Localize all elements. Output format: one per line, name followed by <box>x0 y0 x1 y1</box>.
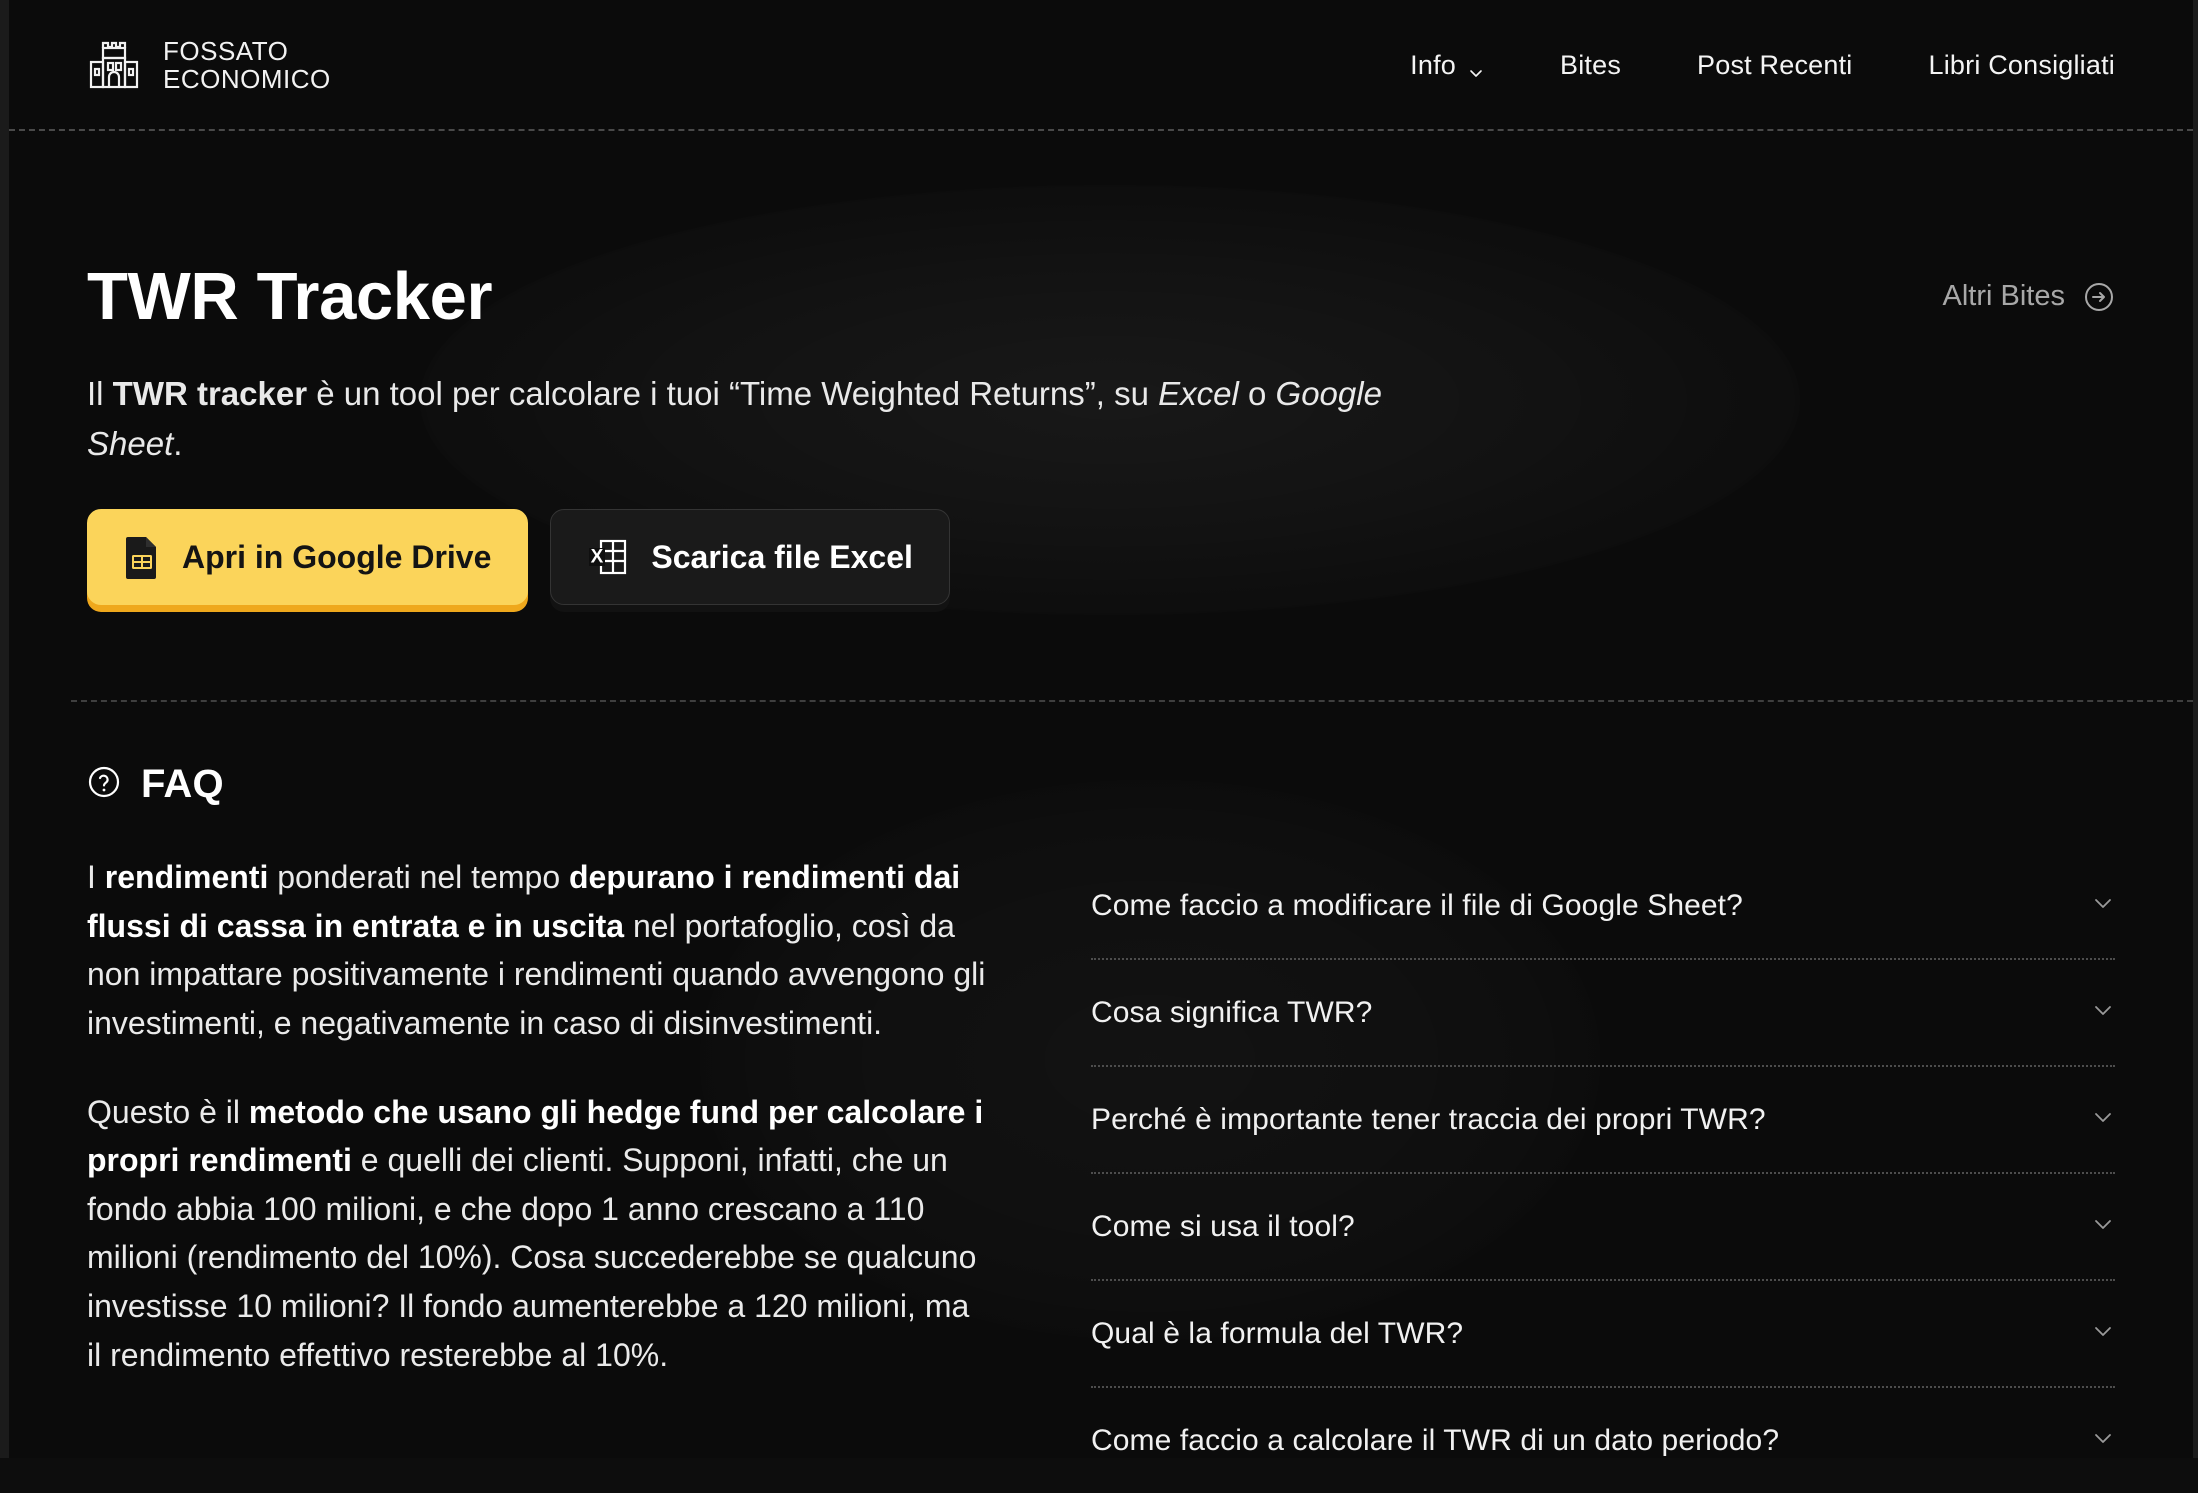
hero-desc-part1: Il <box>87 375 113 412</box>
faq-heading: FAQ <box>9 700 2193 807</box>
open-in-google-drive-label: Apri in Google Drive <box>182 538 492 575</box>
nav-item-post-recenti[interactable]: Post Recenti <box>1659 50 1890 81</box>
nav-item-info-label: Info <box>1410 49 1456 80</box>
faq-item-0[interactable]: Come faccio a modificare il file di Goog… <box>1091 853 2115 958</box>
nav-item-info[interactable]: Info <box>1372 50 1522 81</box>
download-excel-button[interactable]: X Scarica file Excel <box>550 509 950 606</box>
castle-icon <box>87 40 141 90</box>
faq-item-2[interactable]: Perché è importante tener traccia dei pr… <box>1091 1067 2115 1172</box>
arrow-right-circle-icon <box>2083 281 2115 313</box>
seg-bold: rendimenti <box>104 859 269 895</box>
nav-item-libri-consigliati[interactable]: Libri Consigliati <box>1891 50 2115 81</box>
altri-bites-label: Altri Bites <box>1942 280 2065 312</box>
faq-item-5-question: Come faccio a calcolare il TWR di un dat… <box>1091 1423 1780 1457</box>
hero-section: TWR Tracker Altri Bites Il TWR tracker è… <box>9 130 2193 700</box>
faq-item-4-question: Qual è la formula del TWR? <box>1091 1316 1464 1350</box>
faq-item-1[interactable]: Cosa significa TWR? <box>1091 960 2115 1065</box>
faq-item-4[interactable]: Qual è la formula del TWR? <box>1091 1281 2115 1386</box>
download-excel-label: Scarica file Excel <box>651 538 913 575</box>
hero-desc-italic1: Excel <box>1158 375 1239 412</box>
faq-paragraph-1: I rendimenti ponderati nel tempo depuran… <box>87 853 987 1048</box>
main-nav: Info Bites Post Recenti Libri Consigliat… <box>1372 50 2115 81</box>
faq-accordion: Come faccio a modificare il file di Goog… <box>1091 853 2115 1493</box>
seg: Questo è il <box>87 1093 249 1130</box>
seg: I <box>87 859 105 895</box>
nav-item-post-recenti-label: Post Recenti <box>1697 49 1853 80</box>
brand-logo-link[interactable]: FOSSATO ECONOMICO <box>87 37 331 94</box>
chevron-down-icon[interactable] <box>2091 1105 2115 1134</box>
hero-desc-bold1: TWR tracker <box>112 375 308 412</box>
brand-line-1: FOSSATO <box>163 35 289 66</box>
question-circle-icon <box>87 765 121 804</box>
hero-desc-part4: . <box>173 425 183 463</box>
nav-item-bites-label: Bites <box>1560 49 1622 80</box>
chevron-down-icon <box>1468 57 1484 77</box>
chevron-down-icon[interactable] <box>2091 1319 2115 1348</box>
faq-item-0-question: Come faccio a modificare il file di Goog… <box>1091 888 1743 922</box>
chevron-down-icon[interactable] <box>2091 998 2115 1027</box>
faq-item-3[interactable]: Come si usa il tool? <box>1091 1174 2115 1279</box>
brand-name: FOSSATO ECONOMICO <box>163 37 331 94</box>
faq-item-2-question: Perché è importante tener traccia dei pr… <box>1091 1102 1766 1136</box>
chevron-down-icon[interactable] <box>2091 1426 2115 1455</box>
excel-file-icon: X <box>587 537 629 577</box>
svg-text:X: X <box>591 547 604 568</box>
hero-description: Il TWR tracker è un tool per calcolare i… <box>87 369 1387 469</box>
altri-bites-link[interactable]: Altri Bites <box>1943 280 2115 313</box>
chevron-down-icon[interactable] <box>2091 1212 2115 1241</box>
faq-item-1-question: Cosa significa TWR? <box>1091 995 1373 1029</box>
faq-item-3-question: Come si usa il tool? <box>1091 1209 1355 1243</box>
nav-item-libri-consigliati-label: Libri Consigliati <box>1928 49 2115 80</box>
nav-item-bites[interactable]: Bites <box>1522 50 1659 81</box>
faq-section: FAQ I rendimenti ponderati nel tempo dep… <box>9 700 2193 1493</box>
open-in-google-drive-button[interactable]: Apri in Google Drive <box>87 509 529 606</box>
faq-intro-text: I rendimenti ponderati nel tempo depuran… <box>87 853 987 1493</box>
seg: ponderati nel tempo <box>268 859 569 895</box>
faq-paragraph-2: Questo è il metodo che usano gli hedge f… <box>87 1088 987 1380</box>
faq-heading-label: FAQ <box>141 762 224 806</box>
chevron-down-icon[interactable] <box>2091 891 2115 920</box>
google-sheets-file-icon <box>124 535 160 580</box>
faq-item-5[interactable]: Come faccio a calcolare il TWR di un dat… <box>1091 1388 2115 1493</box>
site-header: FOSSATO ECONOMICO Info Bites Post Recent… <box>9 0 2193 130</box>
hero-button-row: Apri in Google Drive X Scarica file Exce… <box>87 509 2115 606</box>
hero-faq-divider <box>71 700 2193 702</box>
brand-line-2: ECONOMICO <box>163 64 331 94</box>
hero-desc-part2: è un tool per calcolare i tuoi “Time Wei… <box>307 375 1159 412</box>
page-title: TWR Tracker <box>87 259 493 334</box>
hero-desc-part3: o <box>1238 375 1276 412</box>
